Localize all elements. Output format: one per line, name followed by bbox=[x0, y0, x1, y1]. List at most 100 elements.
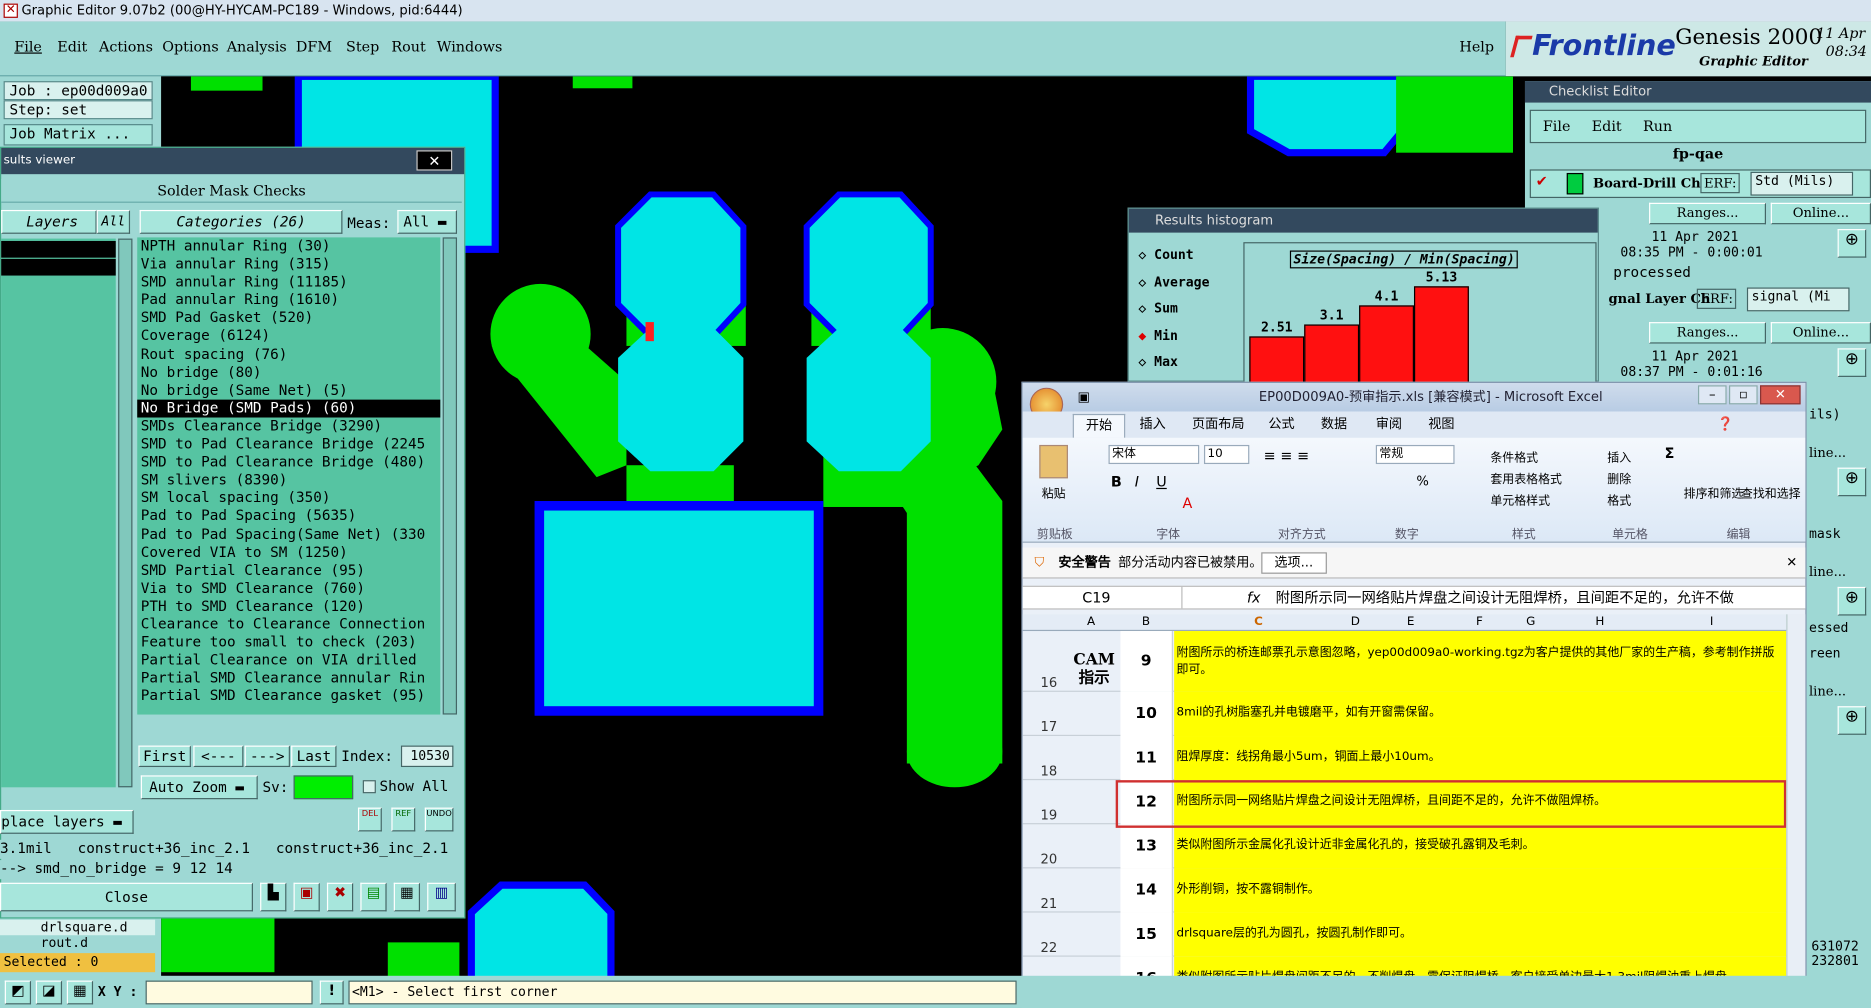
category-item[interactable]: Via to SMD Clearance (760) bbox=[137, 579, 440, 597]
layers-header[interactable]: Layers bbox=[1, 209, 97, 234]
category-item[interactable]: SM local spacing (350) bbox=[137, 489, 440, 507]
prev-button[interactable]: <--- bbox=[193, 745, 244, 768]
row-number[interactable]: 16 bbox=[1027, 675, 1070, 691]
show-all-checkbox[interactable] bbox=[362, 780, 376, 794]
menu-step[interactable]: Step bbox=[346, 38, 379, 55]
side-label[interactable]: line... bbox=[1809, 564, 1846, 580]
close-button[interactable]: ✕ bbox=[1760, 385, 1801, 405]
name-box[interactable]: C19 bbox=[1027, 586, 1183, 609]
instruction-cell[interactable]: 8mil的孔树脂塞孔并电镀磨平，如有开窗需保留。 bbox=[1174, 691, 1787, 737]
category-item[interactable]: SMD Partial Clearance (95) bbox=[137, 561, 440, 579]
checklist-row[interactable]: gnal Layer Ch ERF: signal (Mi bbox=[1608, 286, 1871, 315]
meas-dropdown[interactable]: All ▬ bbox=[397, 209, 458, 234]
category-item[interactable]: Pad annular Ring (1610) bbox=[137, 291, 440, 309]
category-item[interactable]: No bridge (80) bbox=[137, 363, 440, 381]
menu-windows[interactable]: Windows bbox=[437, 38, 503, 55]
option-sum[interactable]: ◇ Sum bbox=[1138, 296, 1238, 323]
menu-help[interactable]: Help bbox=[1459, 38, 1494, 55]
tool-icon-grid[interactable]: ▦ bbox=[66, 980, 94, 1005]
ranges-button[interactable]: Ranges... bbox=[1649, 202, 1766, 225]
erf-value[interactable]: signal (Mi bbox=[1746, 287, 1850, 312]
instruction-cell[interactable]: drlsquare层的孔为圆孔，按圆孔制作即可。 bbox=[1174, 912, 1787, 957]
col-G[interactable]: G bbox=[1526, 614, 1535, 631]
category-item[interactable]: Pad to Pad Spacing (5635) bbox=[137, 507, 440, 525]
align-icons[interactable]: ≡≡≡ bbox=[1264, 447, 1314, 464]
tool-icon-5[interactable]: ▦ bbox=[393, 882, 421, 912]
insert-cells-button[interactable]: 插入 bbox=[1607, 447, 1631, 465]
tab-home[interactable]: 开始 bbox=[1072, 413, 1126, 438]
xy-input[interactable] bbox=[145, 980, 313, 1005]
conditional-format-button[interactable]: 条件格式 bbox=[1490, 447, 1538, 465]
row-number[interactable]: 19 bbox=[1027, 808, 1070, 824]
table-row[interactable]: 16 9 附图所示的桥连邮票孔示意图忽略，yep00d009a0-working.t… bbox=[1022, 631, 1806, 692]
col-C[interactable]: C bbox=[1254, 614, 1263, 631]
erf-value[interactable]: Std (Mils) bbox=[1750, 171, 1854, 196]
col-I[interactable]: I bbox=[1710, 614, 1714, 631]
category-item[interactable]: Coverage (6124) bbox=[137, 327, 440, 345]
online-button[interactable]: Online... bbox=[1770, 322, 1871, 344]
layer-list[interactable]: drlsquare.d rout.d bbox=[0, 918, 156, 952]
quick-save-icon[interactable]: ▣ bbox=[1077, 383, 1089, 412]
category-item[interactable]: Partial SMD Clearance annular Rin bbox=[137, 670, 440, 688]
menu-dfm[interactable]: DFM bbox=[296, 38, 332, 55]
categories-list[interactable]: NPTH annular Ring (30) Via annular Ring (… bbox=[137, 237, 441, 715]
underline-button[interactable]: U bbox=[1156, 474, 1166, 491]
tool-icon-2[interactable]: ▣ bbox=[293, 882, 320, 912]
layers-list[interactable] bbox=[1, 238, 116, 788]
tool-icon-1[interactable]: ▙ bbox=[260, 882, 287, 912]
zoom-icon[interactable]: ⊕ bbox=[1837, 348, 1867, 377]
first-button[interactable]: First bbox=[138, 745, 191, 768]
menu-options[interactable]: Options bbox=[162, 38, 218, 55]
category-item[interactable]: NPTH annular Ring (30) bbox=[137, 237, 440, 255]
row-number[interactable]: 20 bbox=[1027, 852, 1070, 868]
categories-scrollbar[interactable] bbox=[442, 237, 458, 715]
option-count[interactable]: ◇ Count bbox=[1138, 242, 1238, 269]
row-number[interactable]: 17 bbox=[1027, 719, 1070, 735]
item-number-cell[interactable]: 10 bbox=[1120, 691, 1173, 737]
cell-style-button[interactable]: 单元格样式 bbox=[1490, 490, 1550, 508]
item-number-cell[interactable]: 13 bbox=[1120, 824, 1173, 869]
checklist-row[interactable]: ✔ Board-Drill Che ERF: Std (Mils) bbox=[1529, 169, 1871, 199]
warning-icon[interactable]: ! bbox=[319, 980, 344, 1005]
category-item[interactable]: Rout spacing (76) bbox=[137, 345, 440, 363]
help-icon[interactable]: ❓ bbox=[1717, 412, 1733, 438]
item-number-cell[interactable]: 14 bbox=[1120, 868, 1173, 913]
menu-actions[interactable]: Actions bbox=[99, 38, 153, 55]
layer-item[interactable]: rout.d bbox=[0, 935, 155, 951]
menu-file[interactable]: File bbox=[14, 38, 42, 55]
item-number-cell[interactable]: 15 bbox=[1120, 912, 1173, 957]
col-A[interactable]: A bbox=[1087, 614, 1095, 631]
checklist-menu-file[interactable]: File bbox=[1543, 118, 1571, 135]
percent-icon[interactable]: % bbox=[1416, 474, 1428, 490]
next-button[interactable]: ---> bbox=[244, 745, 290, 768]
table-row[interactable]: 20 13 类似附图所示金属化孔设计近非金属化孔的，接受破孔露铜及毛刺。 bbox=[1022, 824, 1806, 869]
category-item[interactable]: Partial SMD Clearance gasket (95) bbox=[137, 688, 440, 706]
category-item[interactable]: Covered VIA to SM (1250) bbox=[137, 543, 440, 561]
menu-edit[interactable]: Edit bbox=[57, 38, 87, 55]
maximize-button[interactable]: ▫ bbox=[1729, 385, 1758, 405]
table-row[interactable]: 18 11 阻焊厚度：线拐角最小5um，铜面上最小10um。 bbox=[1022, 736, 1806, 781]
table-format-button[interactable]: 套用表格格式 bbox=[1490, 469, 1562, 487]
tab-formulas[interactable]: 公式 bbox=[1268, 412, 1294, 438]
side-label[interactable]: line... bbox=[1809, 445, 1846, 461]
layer-item[interactable]: drlsquare.d bbox=[0, 919, 156, 936]
item-number-cell[interactable]: 9 bbox=[1120, 631, 1173, 692]
security-options-button[interactable]: 选项... bbox=[1261, 552, 1327, 574]
option-average[interactable]: ◇ Average bbox=[1138, 269, 1238, 296]
col-F[interactable]: F bbox=[1476, 614, 1483, 631]
category-item[interactable]: SMD to Pad Clearance Bridge (480) bbox=[137, 453, 440, 471]
category-item[interactable]: SMDs Clearance Bridge (3290) bbox=[137, 417, 440, 435]
menu-analysis[interactable]: Analysis bbox=[227, 38, 287, 55]
layer-row-selected[interactable] bbox=[1, 240, 116, 258]
find-select-button[interactable]: 查找和选择 bbox=[1741, 483, 1801, 501]
paste-icon[interactable] bbox=[1039, 444, 1068, 479]
job-matrix-button[interactable]: Job Matrix ... bbox=[3, 124, 153, 146]
table-row[interactable]: 21 14 外形削铜，按不露铜制作。 bbox=[1022, 868, 1806, 913]
col-H[interactable]: H bbox=[1595, 614, 1604, 631]
vertical-scrollbar[interactable] bbox=[1786, 614, 1806, 1007]
checklist-menu-edit[interactable]: Edit bbox=[1592, 118, 1622, 135]
zoom-icon[interactable]: ⊕ bbox=[1837, 467, 1867, 497]
sigma-icon[interactable]: Σ bbox=[1665, 445, 1675, 462]
zoom-icon[interactable]: ⊕ bbox=[1837, 229, 1867, 258]
tab-data[interactable]: 数据 bbox=[1321, 412, 1347, 438]
